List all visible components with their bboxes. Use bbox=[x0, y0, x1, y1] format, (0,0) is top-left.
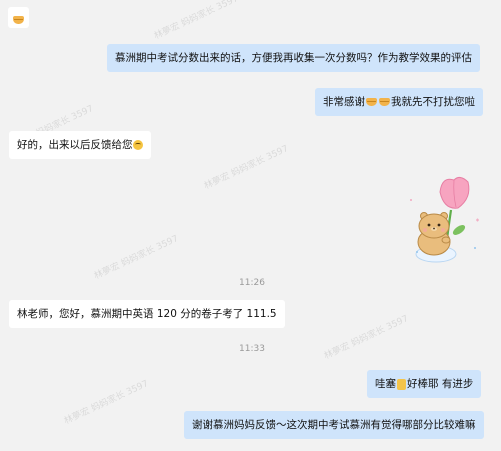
message-text: 非常感谢 bbox=[323, 96, 365, 108]
message-bubble-emoji[interactable] bbox=[8, 7, 29, 28]
message-bubble-incoming[interactable]: 好的，出来以后反馈给您 bbox=[9, 131, 151, 159]
handshake-emoji-icon bbox=[13, 16, 24, 24]
message-bubble-outgoing[interactable]: 非常感谢 我就先不打扰您啦 bbox=[315, 88, 483, 116]
handshake-emoji-icon bbox=[379, 98, 390, 106]
watermark: 林夢宏 妈妈家长 3597 bbox=[152, 0, 241, 42]
thumbs-up-emoji-icon bbox=[397, 378, 406, 390]
timestamp: 11:33 bbox=[239, 344, 265, 354]
watermark: 林夢宏 妈妈家长 3597 bbox=[202, 143, 291, 192]
message-bubble-outgoing[interactable]: 慕洲期中考试分数出来的话，方便我再收集一次分数吗？作为教学效果的评估 bbox=[107, 44, 480, 72]
bear-holding-tulip-sticker[interactable] bbox=[396, 170, 496, 268]
message-text: 林老师，您好，慕洲期中英语 120 分的卷子考了 111.5 bbox=[17, 308, 277, 320]
handshake-emoji-icon bbox=[366, 98, 377, 106]
timestamp: 11:26 bbox=[239, 278, 265, 288]
message-text: 我就先不打扰您啦 bbox=[391, 96, 475, 108]
message-bubble-outgoing[interactable]: 哇塞 好棒耶 有进步 bbox=[367, 370, 482, 398]
message-text: 哇塞 bbox=[375, 378, 396, 390]
watermark: 林夢宏 妈妈家长 3597 bbox=[62, 378, 151, 427]
message-text: 好棒耶 有进步 bbox=[407, 378, 474, 390]
message-text: 谢谢慕洲妈妈反馈～这次期中考试慕洲有觉得哪部分比较难嘛 bbox=[192, 419, 476, 431]
message-text: 慕洲期中考试分数出来的话，方便我再收集一次分数吗？作为教学效果的评估 bbox=[115, 52, 472, 64]
message-bubble-incoming[interactable]: 林老师，您好，慕洲期中英语 120 分的卷子考了 111.5 bbox=[9, 300, 285, 328]
smile-emoji-icon bbox=[132, 140, 143, 150]
message-bubble-outgoing[interactable]: 谢谢慕洲妈妈反馈～这次期中考试慕洲有觉得哪部分比较难嘛 bbox=[184, 411, 484, 439]
message-text: 好的，出来以后反馈给您 bbox=[17, 139, 133, 151]
watermark: 林夢宏 妈妈家长 3597 bbox=[322, 313, 411, 362]
watermark: 林夢宏 妈妈家长 3597 bbox=[92, 233, 181, 282]
